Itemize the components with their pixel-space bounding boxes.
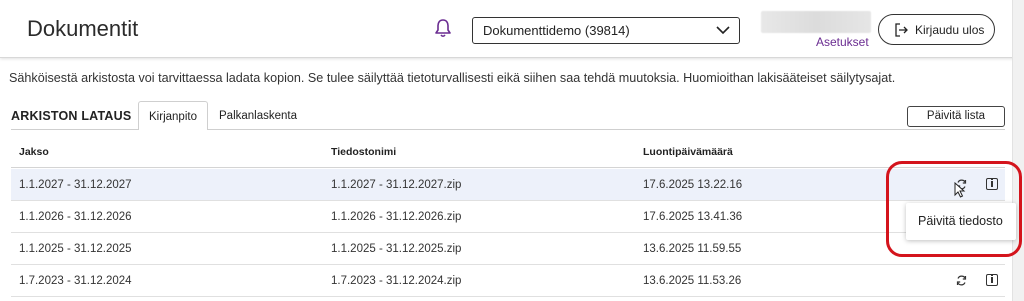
cell-filename[interactable]: 1.1.2027 - 31.12.2027.zip	[331, 179, 461, 191]
info-icon[interactable]	[986, 274, 998, 286]
settings-link[interactable]: Asetukset	[816, 35, 869, 49]
app-header: Dokumentit Dokumenttidemo (39814) Asetuk…	[0, 0, 1024, 58]
page-title: Dokumentit	[27, 16, 139, 41]
organization-select-value: Dokumenttidemo (39814)	[483, 23, 630, 38]
cell-created: 17.6.2025 13.22.16	[643, 179, 743, 191]
table-header: Jakso Tiedostonimi Luontipäivämäärä	[11, 134, 1005, 168]
cell-period: 1.1.2025 - 31.12.2025	[19, 243, 132, 255]
table-row[interactable]: 1.1.2027 - 31.12.2027 1.1.2027 - 31.12.2…	[11, 169, 1005, 201]
cell-period: 1.1.2027 - 31.12.2027	[19, 179, 132, 191]
section-title: ARKISTON LATAUS	[11, 109, 132, 123]
info-icon[interactable]	[986, 178, 998, 190]
bell-icon[interactable]	[433, 17, 453, 39]
table-row[interactable]: 1.1.2026 - 31.12.2026 1.1.2026 - 31.12.2…	[11, 201, 1005, 233]
page-scrollbar[interactable]	[1012, 0, 1024, 301]
tab-palkanlaskenta[interactable]: Palkanlaskenta	[208, 101, 308, 130]
column-header-created[interactable]: Luontipäivämäärä	[643, 146, 733, 158]
column-header-filename[interactable]: Tiedostonimi	[331, 146, 396, 158]
refresh-list-button[interactable]: Päivitä lista	[907, 106, 1005, 127]
table-row[interactable]: 1.7.2023 - 31.12.2024 1.7.2023 - 31.12.2…	[11, 265, 1005, 297]
cell-created: 13.6.2025 11.59.55	[643, 243, 742, 255]
user-name-redacted	[761, 11, 871, 33]
refresh-file-tooltip: Päivitä tiedosto	[906, 203, 1016, 240]
cell-period: 1.1.2026 - 31.12.2026	[19, 211, 132, 223]
table-row[interactable]: 1.1.2025 - 31.12.2025 1.1.2025 - 31.12.2…	[11, 233, 1005, 265]
archive-info-text: Sähköisestä arkistosta voi tarvittaessa …	[9, 71, 896, 85]
tab-kirjanpito[interactable]: Kirjanpito	[138, 101, 208, 130]
cell-created: 13.6.2025 11.53.26	[643, 275, 742, 287]
cell-filename[interactable]: 1.1.2026 - 31.12.2026.zip	[331, 211, 461, 223]
cell-filename[interactable]: 1.7.2023 - 31.12.2024.zip	[331, 275, 461, 287]
refresh-file-icon[interactable]	[955, 274, 968, 287]
column-header-period[interactable]: Jakso	[19, 146, 49, 158]
cell-filename[interactable]: 1.1.2025 - 31.12.2025.zip	[331, 243, 461, 255]
mouse-cursor-icon	[954, 182, 966, 198]
logout-button-label: Kirjaudu ulos	[915, 23, 985, 37]
organization-select[interactable]: Dokumenttidemo (39814)	[472, 17, 740, 44]
cell-created: 17.6.2025 13.41.36	[643, 211, 743, 223]
chevron-down-icon	[716, 26, 730, 35]
logout-button[interactable]: Kirjaudu ulos	[878, 14, 995, 45]
logout-icon	[895, 23, 908, 37]
cell-period: 1.7.2023 - 31.12.2024	[19, 275, 132, 287]
